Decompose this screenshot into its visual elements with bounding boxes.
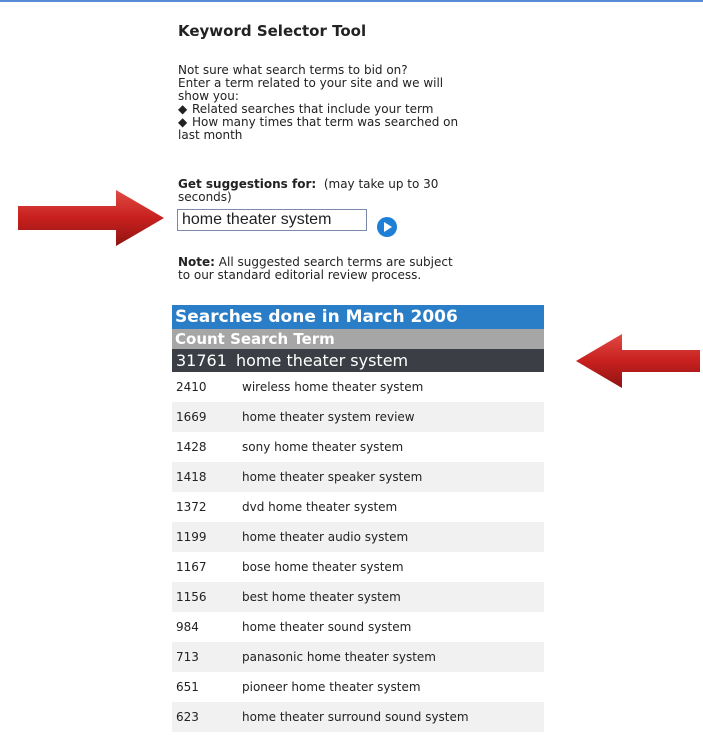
result-term: wireless home theater system (242, 380, 424, 394)
table-row: 2410 wireless home theater system (172, 372, 544, 402)
results-header: Searches done in March 2006 (172, 305, 544, 329)
result-term: dvd home theater system (242, 500, 398, 514)
note-line-1: All suggested search terms are subject (218, 255, 453, 269)
top-result-row: 31761 home theater system (172, 349, 544, 372)
result-count: 1156 (176, 590, 207, 604)
result-count: 1428 (176, 440, 207, 454)
note-label: Note: (178, 255, 215, 269)
result-count: 1372 (176, 500, 207, 514)
result-count: 651 (176, 680, 199, 694)
result-count: 1199 (176, 530, 207, 544)
suggestion-label: Get suggestions for: (may take up to 30 … (178, 178, 538, 204)
results-table: Searches done in March 2006 Count Search… (172, 305, 544, 732)
result-count: 984 (176, 620, 199, 634)
result-count: 713 (176, 650, 199, 664)
result-count: 1418 (176, 470, 207, 484)
search-input[interactable]: home theater system (177, 209, 367, 231)
column-header: Count Search Term (172, 329, 544, 349)
result-term: home theater audio system (242, 530, 409, 544)
result-count: 1167 (176, 560, 207, 574)
result-term: best home theater system (242, 590, 401, 604)
table-row: 1418 home theater speaker system (172, 462, 544, 492)
suggest-hint-2: seconds) (178, 190, 232, 204)
top-rule (0, 0, 703, 2)
result-term: home theater speaker system (242, 470, 423, 484)
suggest-label-bold: Get suggestions for: (178, 177, 317, 191)
result-term: home theater sound system (242, 620, 412, 634)
left-arrow-icon (576, 334, 700, 388)
table-row: 1669 home theater system review (172, 402, 544, 432)
go-button[interactable] (377, 217, 397, 237)
result-term: home theater system review (242, 410, 415, 424)
table-row: 1199 home theater audio system (172, 522, 544, 552)
table-row: 623 home theater surround sound system (172, 702, 544, 732)
result-count: 2410 (176, 380, 207, 394)
page-title: Keyword Selector Tool (178, 22, 367, 40)
table-row: 1167 bose home theater system (172, 552, 544, 582)
table-row: 984 home theater sound system (172, 612, 544, 642)
result-term: pioneer home theater system (242, 680, 421, 694)
result-term: sony home theater system (242, 440, 404, 454)
result-term: home theater system (236, 351, 409, 370)
right-arrow-icon (18, 190, 164, 246)
note-text: Note: All suggested search terms are sub… (178, 256, 538, 282)
table-row: 651 pioneer home theater system (172, 672, 544, 702)
table-row: 1428 sony home theater system (172, 432, 544, 462)
result-count: 1669 (176, 410, 207, 424)
result-term: bose home theater system (242, 560, 404, 574)
table-row: 713 panasonic home theater system (172, 642, 544, 672)
intro-line: last month (178, 128, 243, 142)
result-count: 31761 (176, 351, 227, 370)
result-term: home theater surround sound system (242, 710, 469, 724)
result-count: 623 (176, 710, 199, 724)
note-line-2: to our standard editorial review process… (178, 268, 422, 282)
table-row: 1156 best home theater system (172, 582, 544, 612)
suggest-hint: (may take up to 30 (323, 177, 439, 191)
table-row: 1372 dvd home theater system (172, 492, 544, 522)
result-term: panasonic home theater system (242, 650, 436, 664)
intro-text: Not sure what search terms to bid on? En… (178, 64, 538, 142)
